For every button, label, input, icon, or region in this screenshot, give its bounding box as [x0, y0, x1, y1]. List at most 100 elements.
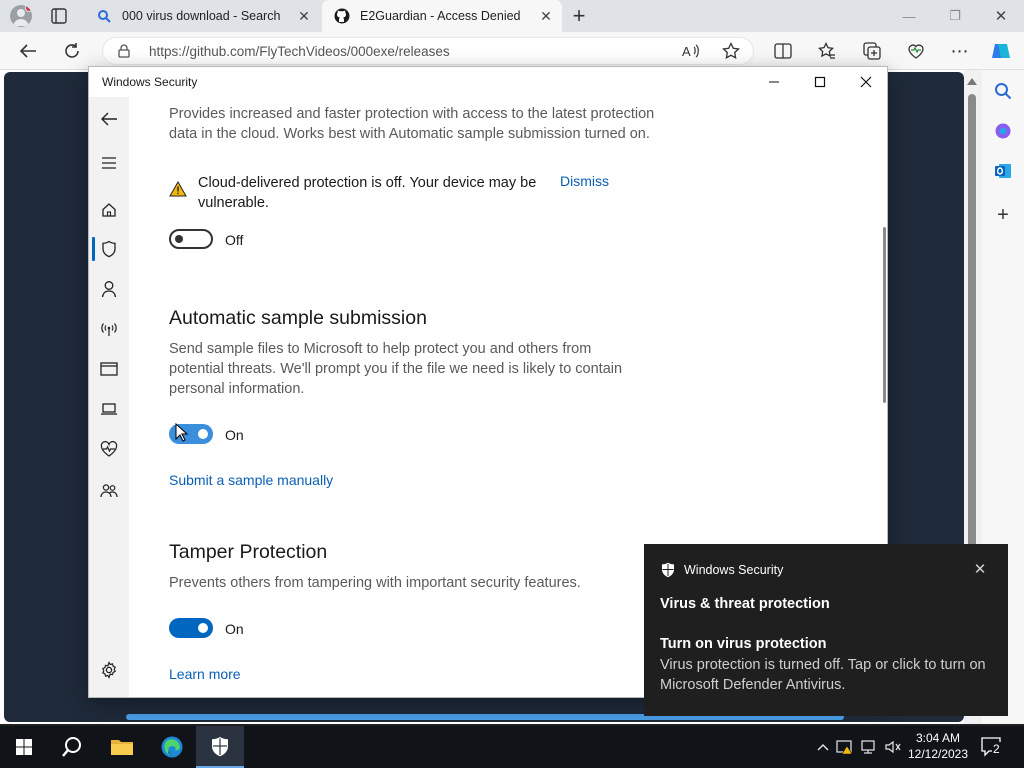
outlook-icon[interactable]: [992, 160, 1014, 182]
cloud-protection-toggle-label: Off: [225, 232, 244, 248]
shield-icon: [212, 737, 228, 757]
favorite-star-icon[interactable]: [720, 41, 742, 61]
search-button[interactable]: [48, 726, 96, 768]
close-icon[interactable]: ✕: [972, 561, 988, 578]
svg-text:A: A: [682, 44, 691, 59]
system-clock[interactable]: 3:04 AM 12/12/2023: [906, 730, 970, 762]
window-titlebar: Windows Security: [89, 67, 887, 97]
show-hidden-icons-icon[interactable]: [814, 738, 832, 756]
laptop-icon[interactable]: [97, 397, 121, 421]
read-aloud-icon[interactable]: A: [680, 41, 702, 61]
cloud-protection-description: Provides increased and faster protection…: [169, 106, 655, 142]
browser-essentials-icon[interactable]: [905, 41, 927, 61]
security-warning-icon[interactable]: [836, 738, 854, 756]
edge-icon: [161, 736, 183, 758]
address-bar[interactable]: https://github.com/FlyTechVideos/000exe/…: [102, 37, 754, 65]
health-icon[interactable]: [97, 437, 121, 461]
toggle-knob: [198, 623, 208, 633]
antenna-icon[interactable]: [97, 317, 121, 341]
more-options-icon[interactable]: ⋯: [949, 41, 971, 61]
tamper-protection-toggle[interactable]: [169, 618, 213, 638]
person-icon[interactable]: [97, 277, 121, 301]
back-icon[interactable]: [16, 40, 40, 62]
menu-icon[interactable]: [97, 151, 121, 175]
back-icon[interactable]: [97, 107, 121, 131]
toast-subtitle: Turn on virus protection: [660, 636, 827, 652]
window-title: Windows Security: [102, 75, 198, 89]
toggle-knob: [198, 429, 208, 439]
windows-logo-icon: [16, 739, 32, 755]
tab-search[interactable]: 000 virus download - Search ✕: [84, 0, 320, 32]
restore-browser-button[interactable]: ❐: [940, 4, 970, 28]
favorites-icon[interactable]: [816, 41, 838, 61]
bing-chat-icon[interactable]: [992, 120, 1014, 142]
tamper-protection-description: Prevents others from tampering with impo…: [169, 575, 581, 591]
mouse-cursor-icon: [175, 423, 189, 442]
clock-time: 3:04 AM: [915, 731, 961, 745]
clock-date: 12/12/2023: [907, 747, 969, 761]
search-icon: [62, 737, 81, 757]
windows-security-taskbar-button[interactable]: [196, 726, 244, 768]
search-icon: [96, 8, 112, 24]
sample-submission-heading: Automatic sample submission: [169, 307, 427, 329]
browser-tab-bar: 000 virus download - Search ✕ E2Guardian…: [0, 0, 1024, 32]
toast-app-name: Windows Security: [684, 563, 784, 577]
new-tab-button[interactable]: +: [568, 5, 590, 27]
scroll-up-icon[interactable]: [967, 78, 977, 85]
url-text[interactable]: https://github.com/FlyTechVideos/000exe/…: [149, 44, 450, 59]
toggle-knob: [175, 235, 183, 243]
content-scrollbar[interactable]: [883, 227, 886, 403]
tab-title: E2Guardian - Access Denied: [360, 9, 521, 23]
dismiss-link[interactable]: Dismiss: [560, 173, 609, 189]
edge-button[interactable]: [148, 726, 196, 768]
toast-body: Virus protection is turned off. Tap or c…: [660, 657, 986, 693]
start-button[interactable]: [0, 726, 48, 768]
github-icon: [334, 8, 350, 24]
family-icon[interactable]: [97, 479, 121, 503]
folder-icon: [111, 740, 133, 755]
browser-toolbar: https://github.com/FlyTechVideos/000exe/…: [0, 32, 1024, 70]
windows-security-shield-icon: [660, 562, 676, 578]
minimize-button[interactable]: [751, 69, 797, 95]
shield-icon[interactable]: [97, 237, 121, 261]
split-screen-icon[interactable]: [772, 41, 794, 61]
close-tab-icon[interactable]: ✕: [294, 6, 314, 26]
notification-count: 2: [992, 742, 1001, 756]
tab-title: 000 virus download - Search: [122, 9, 281, 23]
close-browser-button[interactable]: ✕: [986, 4, 1016, 28]
lock-icon[interactable]: [117, 44, 131, 58]
notification-center-button[interactable]: 2: [980, 736, 1006, 758]
refresh-icon[interactable]: [60, 40, 84, 62]
taskbar: 3:04 AM 12/12/2023 2: [0, 726, 1024, 768]
copilot-icon[interactable]: [990, 41, 1012, 61]
warning-icon: [169, 180, 187, 197]
network-icon[interactable]: [860, 738, 878, 756]
security-nav-rail: [89, 97, 129, 697]
gear-icon[interactable]: [97, 658, 121, 682]
close-button[interactable]: [843, 69, 887, 95]
collections-icon[interactable]: [861, 41, 883, 61]
add-icon[interactable]: +: [992, 204, 1014, 226]
home-icon[interactable]: [97, 198, 121, 222]
learn-more-link[interactable]: Learn more: [169, 666, 241, 682]
sample-submission-description: Send sample files to Microsoft to help p…: [169, 341, 623, 397]
tab-actions-icon[interactable]: [50, 7, 68, 25]
profile-avatar[interactable]: [10, 5, 32, 27]
toast-title: Virus & threat protection: [660, 596, 830, 612]
submit-sample-link[interactable]: Submit a sample manually: [169, 472, 333, 488]
minimize-browser-button[interactable]: —: [894, 4, 924, 28]
nav-selection-indicator: [92, 237, 95, 261]
app-browser-icon[interactable]: [97, 357, 121, 381]
warning-text: Cloud-delivered protection is off. Your …: [198, 175, 537, 211]
scrollbar-thumb[interactable]: [968, 94, 976, 614]
tab-e2guardian[interactable]: E2Guardian - Access Denied ✕: [322, 0, 562, 32]
cloud-protection-toggle[interactable]: [169, 229, 213, 249]
volume-muted-icon[interactable]: [884, 738, 902, 756]
sample-submission-toggle-label: On: [225, 427, 244, 443]
maximize-button[interactable]: [797, 69, 843, 95]
file-explorer-button[interactable]: [98, 726, 146, 768]
search-icon[interactable]: [992, 80, 1014, 102]
close-tab-icon[interactable]: ✕: [536, 6, 556, 26]
tamper-protection-heading: Tamper Protection: [169, 541, 328, 563]
toast-notification[interactable]: Windows Security ✕ Virus & threat protec…: [644, 544, 1008, 716]
